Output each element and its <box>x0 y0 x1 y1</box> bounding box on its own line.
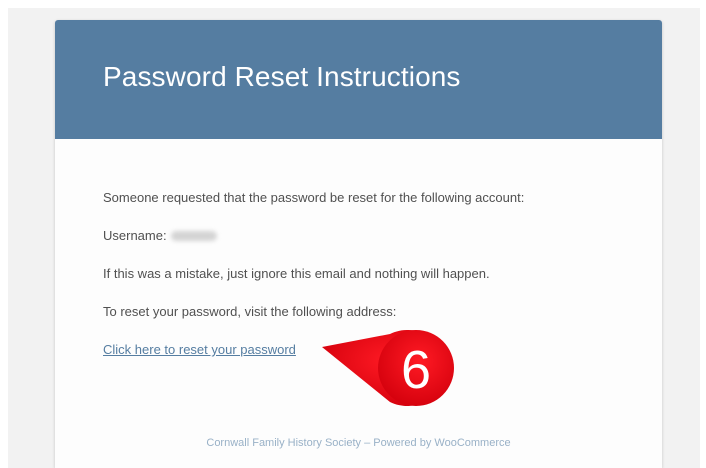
email-header: Password Reset Instructions <box>55 20 662 139</box>
username-label: Username: <box>103 228 167 243</box>
reset-password-link[interactable]: Click here to reset your password <box>103 342 296 357</box>
email-title: Password Reset Instructions <box>103 61 461 92</box>
mistake-text: If this was a mistake, just ignore this … <box>103 266 490 281</box>
request-text: Someone requested that the password be r… <box>103 190 525 205</box>
visit-text: To reset your password, visit the follow… <box>103 304 397 319</box>
email-footer: Cornwall Family History Society – Powere… <box>206 437 511 449</box>
callout-number: 6 <box>400 340 432 400</box>
step-callout: 6 <box>320 330 460 415</box>
username-redacted <box>170 231 217 241</box>
username-line: Username: <box>103 228 623 244</box>
